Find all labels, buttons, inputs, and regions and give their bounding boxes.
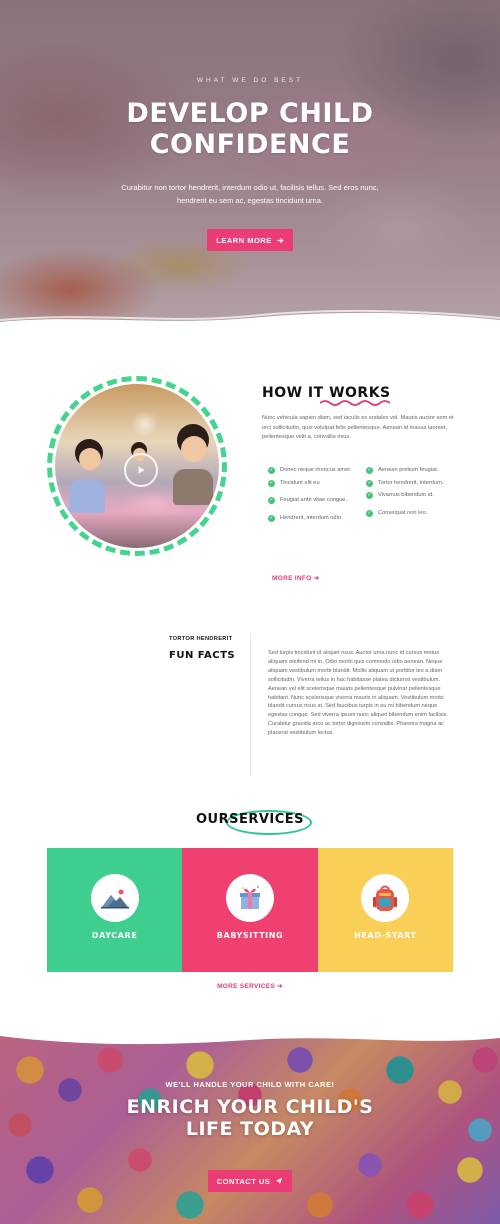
classroom-video-thumbnail[interactable]	[47, 376, 227, 556]
hero-title-line2: CONFIDENCE	[149, 129, 351, 160]
play-button[interactable]	[124, 453, 158, 487]
contact-us-label: CONTACT US	[216, 1176, 271, 1186]
cta-title-line2: LIFE TODAY	[185, 1118, 315, 1140]
check-icon: ✓	[268, 467, 275, 474]
check-icon: ✓	[268, 479, 275, 487]
fun-facts-title: FUN FACTS	[169, 650, 236, 661]
service-icon-circle	[361, 874, 410, 922]
child-figure	[173, 469, 213, 505]
checklist-item-label: Aenean pretium feugiat.	[378, 467, 439, 473]
fun-facts-eyebrow: TORTOR HENDRERIT	[169, 636, 233, 642]
hero-bottom-wave	[0, 309, 500, 330]
services-title: OURSERVICES	[0, 812, 500, 827]
checklist-item-label: Feugiat ante vitae congue.	[280, 497, 348, 503]
check-icon: ✓	[366, 509, 373, 517]
service-label: HEAD-START	[354, 931, 417, 940]
checklist-item: ✓ Donec neque rhoncus amet.	[268, 467, 358, 475]
checklist-item-label: Tortor hendrerit, interdum.	[378, 479, 444, 486]
check-icon: ✓	[268, 514, 275, 522]
play-icon	[138, 466, 145, 474]
checklist-item: ✓ Vivamus bibendum id.	[366, 492, 456, 500]
check-icon: ✓	[366, 467, 373, 474]
checklist-item: ✓ Tortor hendrerit, interdum.	[366, 479, 456, 488]
checklist-item: ✓ Tincidunt elit eu	[268, 479, 358, 488]
checklist-item-label: Hendrerit, interdum odio	[280, 514, 342, 521]
child-figure	[69, 479, 105, 513]
learn-more-label: LEARN MORE	[216, 235, 272, 245]
hero-eyebrow: WHAT WE DO BEST	[196, 77, 304, 84]
fun-facts-text: Sed turpis tincidunt id aliquet risus. A…	[268, 650, 449, 737]
checklist-item: ✓ Aenean pretium feugiat.	[366, 467, 456, 475]
checklist-item: ✓ Feugiat ante vitae congue.	[268, 497, 358, 505]
more-info-link[interactable]: MORE INFO ➔	[272, 574, 319, 582]
more-services-label: MORE SERVICES	[217, 983, 276, 990]
arrow-right-icon: ➔	[313, 575, 320, 582]
mountains-icon	[100, 889, 129, 909]
learn-more-button[interactable]: LEARN MORE	[207, 229, 293, 251]
checklist-item-label: Tincidunt elit eu	[280, 479, 320, 486]
contact-us-button[interactable]: CONTACT US	[208, 1170, 292, 1192]
how-it-works-text: Nunc vehicula sapien diam, sed iaculis e…	[262, 415, 454, 440]
vertical-divider	[250, 634, 251, 776]
arrow-right-icon	[277, 237, 284, 243]
cta-section: WE'LL HANDLE YOUR CHILD WITH CARE! ENRIC…	[0, 1030, 500, 1224]
service-label: DAYCARE	[91, 931, 138, 940]
cta-title: ENRICH YOUR CHILD'S LIFE TODAY	[0, 1096, 500, 1140]
checklist-right: ✓ Aenean pretium feugiat. ✓ Tortor hendrer…	[366, 467, 456, 517]
hero-title-line1: DEVELOP CHILD	[126, 98, 374, 129]
child-face	[79, 448, 101, 470]
more-info-label: MORE INFO	[272, 575, 312, 582]
backpack-icon	[373, 885, 398, 911]
service-label: BABYSITTING	[216, 931, 284, 940]
cta-eyebrow: WE'LL HANDLE YOUR CHILD WITH CARE!	[165, 1080, 335, 1089]
service-card-babysitting[interactable]: BABYSITTING	[182, 848, 318, 972]
hero-subtitle: Curabitur non tortor hendrerit, interdum…	[121, 183, 379, 205]
checklist-left: ✓ Donec neque rhoncus amet. ✓ Tincidunt el…	[268, 467, 358, 522]
service-icon-circle	[90, 874, 139, 922]
checklist-item-label: Donec neque rhoncus amet.	[280, 467, 352, 473]
cta-top-wave	[0, 1030, 500, 1045]
services-title-circled: SERVICES	[229, 812, 305, 827]
check-icon: ✓	[366, 492, 373, 499]
hero-title: DEVELOP CHILD CONFIDENCE	[0, 98, 500, 160]
cta-title-line1: ENRICH YOUR CHILD'S	[126, 1096, 374, 1118]
service-icon-circle	[225, 874, 274, 922]
checklist-item-label: Vivamus bibendum id.	[378, 492, 434, 498]
checklist-item-label: Consequat non leo.	[378, 509, 428, 516]
arrow-right-icon: ➔	[277, 983, 283, 990]
paper-plane-icon	[276, 1177, 283, 1185]
hero-background-photo	[0, 0, 500, 330]
hero-section: WHAT WE DO BEST DEVELOP CHILD CONFIDENCE…	[0, 0, 500, 330]
title-squiggle-decoration	[320, 400, 390, 406]
service-card-daycare[interactable]: DAYCARE	[47, 848, 183, 972]
classroom-photo	[55, 384, 219, 548]
check-icon: ✓	[268, 497, 275, 504]
more-services-link[interactable]: MORE SERVICES ➔	[0, 982, 500, 990]
checklist-item: ✓ Consequat non leo.	[366, 509, 456, 518]
services-title-plain: OUR	[195, 812, 230, 827]
check-icon: ✓	[366, 479, 373, 487]
gift-icon	[239, 886, 260, 909]
service-card-head-start[interactable]: HEAD-START	[317, 848, 453, 972]
child-face	[181, 436, 207, 462]
checklist-item: ✓ Hendrerit, interdum odio	[268, 514, 358, 523]
services-grid: DAYCARE BABYSITTING HEAD-START	[47, 848, 453, 972]
